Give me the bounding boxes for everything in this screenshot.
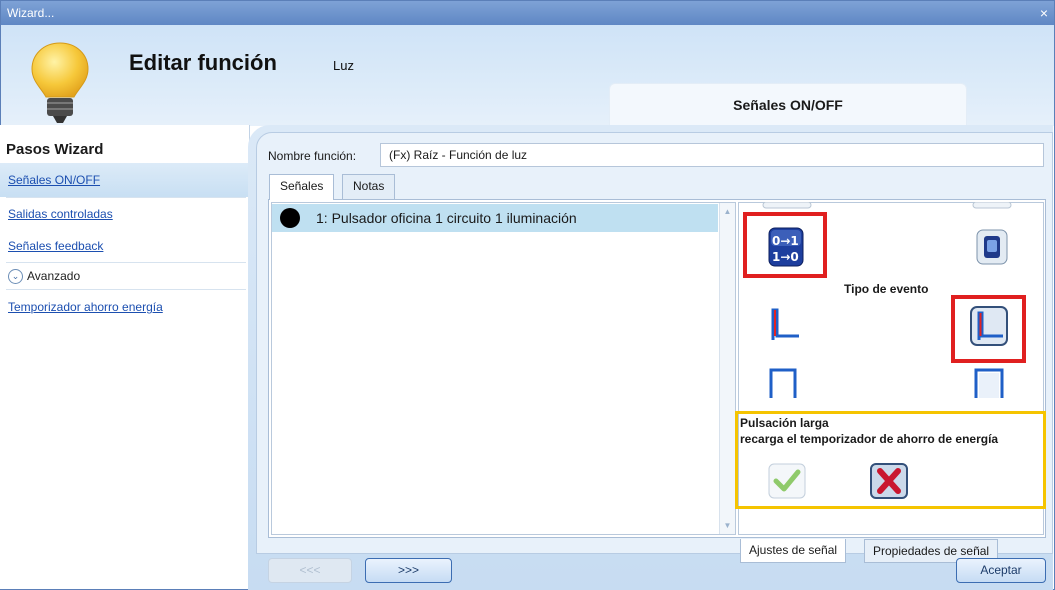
header: Editar función Luz Señales ON/OFF: [1, 25, 1054, 126]
signal-icon: [280, 208, 300, 228]
light-bulb-icon: [31, 42, 89, 123]
check-icon[interactable]: [768, 463, 806, 499]
sidebar-heading: Pasos Wizard: [6, 141, 104, 158]
switch-icon[interactable]: [976, 229, 1008, 265]
long-press-description: recarga el temporizador de ahorro de ene…: [740, 432, 999, 446]
page-subtitle: Luz: [333, 58, 354, 73]
partial-icon: [762, 202, 812, 209]
scrollbar[interactable]: ▲ ▼: [719, 203, 735, 534]
accept-button[interactable]: Aceptar: [956, 558, 1046, 583]
window-title: Wizard...: [7, 6, 55, 20]
sidebar-item-signals-on-off[interactable]: Señales ON/OFF: [0, 163, 249, 197]
pulse-alt-icon[interactable]: [972, 364, 1006, 400]
page-title: Editar función: [129, 50, 277, 75]
close-icon[interactable]: ×: [1040, 1, 1048, 25]
function-name-label: Nombre función:: [268, 149, 357, 163]
scroll-down-icon[interactable]: ▼: [722, 520, 733, 531]
advanced-toggle[interactable]: ⌄ Avanzado: [8, 263, 80, 289]
edge-long-press-icon[interactable]: [970, 306, 1008, 346]
function-name-input[interactable]: (Fx) Raíz - Función de luz: [380, 143, 1044, 167]
scroll-up-icon[interactable]: ▲: [722, 206, 733, 217]
step-tab: Señales ON/OFF: [609, 83, 967, 126]
title-bar: Wizard... ×: [1, 1, 1054, 25]
svg-text:0→1: 0→1: [772, 234, 799, 248]
tab-signal-settings[interactable]: Ajustes de señal: [740, 539, 847, 563]
pulse-icon[interactable]: [767, 364, 801, 400]
sidebar-item-feedback-signals[interactable]: Señales feedback: [0, 229, 249, 263]
sidebar-item-controlled-outputs[interactable]: Salidas controladas: [0, 197, 249, 231]
edge-rising-icon[interactable]: [767, 306, 801, 342]
tab-signals[interactable]: Señales: [269, 174, 335, 200]
partial-icon: [972, 202, 1012, 209]
tab-notes[interactable]: Notas: [342, 174, 396, 199]
toggle-sequence-icon[interactable]: 0→1 1→0: [768, 227, 804, 267]
long-press-label: Pulsación larga: [740, 416, 829, 430]
next-button[interactable]: >>>: [365, 558, 452, 583]
list-item[interactable]: 1: Pulsador oficina 1 circuito 1 ilumina…: [272, 204, 718, 232]
signal-label: 1: Pulsador oficina 1 circuito 1 ilumina…: [316, 210, 577, 226]
previous-button[interactable]: <<<: [268, 558, 352, 583]
sidebar-item-energy-saving-timer[interactable]: Temporizador ahorro energía: [0, 290, 249, 324]
svg-text:1→0: 1→0: [772, 250, 799, 264]
close-icon[interactable]: [870, 463, 908, 499]
chevron-down-icon: ⌄: [8, 269, 23, 285]
signal-list: [271, 202, 736, 535]
event-type-label: Tipo de evento: [844, 282, 929, 296]
advanced-label: Avanzado: [27, 269, 81, 283]
